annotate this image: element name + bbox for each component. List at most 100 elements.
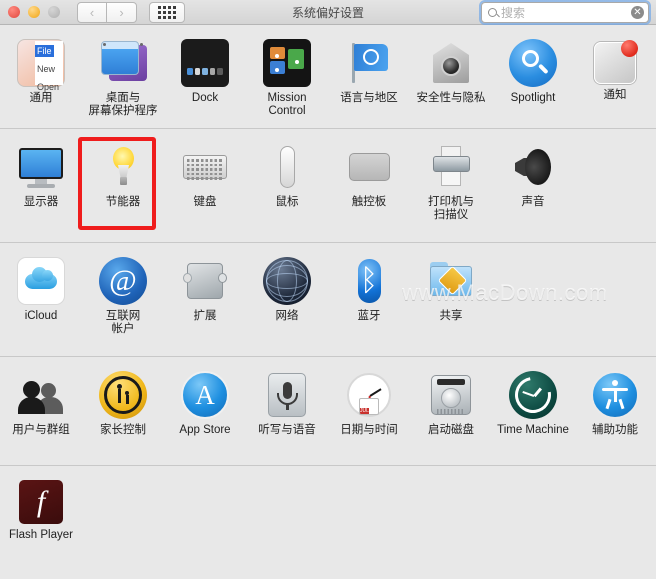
pane-energy-saver[interactable]: 节能器: [82, 139, 164, 234]
extensions-icon: [181, 257, 229, 305]
pane-keyboard[interactable]: 键盘: [164, 139, 246, 234]
pane-label: 通知: [603, 89, 627, 101]
pane-label: 日期与时间: [340, 424, 398, 436]
pane-label: 共享: [439, 310, 463, 322]
search-placeholder: 搜索: [501, 6, 526, 20]
search-field-container[interactable]: 搜索 ✕: [479, 0, 651, 25]
pane-row-1: File New Open 通用 桌面与 屏幕保护程序 Dock Mission…: [0, 25, 656, 129]
pane-network[interactable]: 网络: [246, 253, 328, 348]
pane-label: 用户与群组: [12, 424, 70, 436]
printers-scanners-icon: [427, 143, 475, 191]
dictation-speech-icon: [263, 371, 311, 419]
show-all-button[interactable]: [149, 1, 185, 23]
pane-bluetooth[interactable]: ᛒ 蓝牙: [328, 253, 410, 348]
traffic-light-buttons: [0, 6, 60, 18]
search-icon: [488, 8, 497, 17]
pane-row-3: iCloud @ 互联网 帐户 扩展 网络 ᛒ 蓝牙 共享: [0, 243, 656, 357]
pane-desktop-screensaver[interactable]: 桌面与 屏幕保护程序: [82, 35, 164, 120]
pane-label: 键盘: [193, 196, 217, 208]
time-machine-icon: [507, 369, 559, 421]
keyboard-icon: [181, 143, 229, 191]
pane-label: 家长控制: [100, 424, 146, 436]
pane-startup-disk[interactable]: 启动磁盘: [410, 367, 492, 457]
pane-label: 节能器: [105, 196, 141, 208]
pane-label: Flash Player: [9, 529, 73, 541]
displays-icon: [17, 143, 65, 191]
pane-row-2: 显示器 节能器 键盘 鼠标 触控板 打印机与 扫描仪 声音: [0, 129, 656, 243]
calendar-month-label: JUL: [360, 408, 369, 414]
energy-saver-icon: [99, 143, 147, 191]
pane-label: 启动磁盘: [428, 424, 474, 436]
pane-label: 鼠标: [275, 196, 299, 208]
mission-control-icon: [263, 39, 311, 87]
pane-dictation-speech[interactable]: 听写与语音: [246, 367, 328, 457]
back-button[interactable]: ‹: [77, 1, 107, 23]
chevron-right-icon: ›: [119, 4, 124, 20]
pane-printers-scanners[interactable]: 打印机与 扫描仪: [410, 139, 492, 234]
pane-app-store[interactable]: A App Store: [164, 367, 246, 457]
pane-label: App Store: [179, 424, 231, 436]
pane-label: 打印机与 扫描仪: [428, 196, 474, 221]
general-icon-new-label: New: [37, 64, 56, 74]
mouse-icon: [263, 143, 311, 191]
bluetooth-icon: ᛒ: [345, 257, 393, 305]
pane-label: 蓝牙: [357, 310, 381, 322]
pane-label: 语言与地区: [340, 92, 398, 104]
pane-parental-controls[interactable]: 家长控制: [82, 367, 164, 457]
pane-label: 网络: [275, 310, 299, 322]
pane-users-groups[interactable]: 用户与群组: [0, 367, 82, 457]
pane-accessibility[interactable]: 辅助功能: [574, 367, 656, 457]
pane-label: Time Machine: [497, 424, 569, 436]
security-privacy-icon: [427, 39, 475, 87]
pane-row-5: f Flash Player: [0, 466, 656, 566]
language-region-icon: [345, 39, 393, 87]
pane-time-machine[interactable]: Time Machine: [492, 367, 574, 457]
flash-player-icon: f: [19, 480, 63, 524]
pane-label: 互联网 帐户: [105, 310, 141, 335]
pane-mission-control[interactable]: Mission Control: [246, 35, 328, 120]
search-field[interactable]: 搜索 ✕: [481, 2, 649, 23]
pane-row-4: 用户与群组 家长控制 A App Store 听写与语音 JUL 日期与时间 启…: [0, 357, 656, 466]
pane-label: 扩展: [193, 310, 217, 322]
pane-sound[interactable]: 声音: [492, 139, 574, 234]
pane-label: 显示器: [23, 196, 59, 208]
sound-icon: [509, 143, 557, 191]
pane-language-region[interactable]: 语言与地区: [328, 35, 410, 120]
internet-accounts-icon: @: [99, 257, 147, 305]
pane-sharing[interactable]: 共享: [410, 253, 492, 348]
pane-security-privacy[interactable]: 安全性与隐私: [410, 35, 492, 120]
pane-notifications[interactable]: 通知: [574, 35, 656, 120]
general-icon-open-label: Open: [37, 82, 60, 92]
pane-extensions[interactable]: 扩展: [164, 253, 246, 348]
pane-spotlight[interactable]: Spotlight: [492, 35, 574, 120]
pane-internet-accounts[interactable]: @ 互联网 帐户: [82, 253, 164, 348]
users-groups-icon: [17, 371, 65, 419]
close-button[interactable]: [8, 6, 20, 18]
pane-label: 声音: [521, 196, 545, 208]
general-icon-file-label: File: [35, 45, 54, 57]
forward-button[interactable]: ›: [107, 1, 137, 23]
pane-icloud[interactable]: iCloud: [0, 253, 82, 348]
pane-flash-player[interactable]: f Flash Player: [0, 476, 82, 558]
desktop-screensaver-icon: [99, 39, 147, 87]
dock-icon: [181, 39, 229, 87]
notifications-icon: [594, 40, 638, 84]
pane-label: 触控板: [351, 196, 387, 208]
pane-mouse[interactable]: 鼠标: [246, 139, 328, 234]
pane-label: 桌面与 屏幕保护程序: [88, 92, 158, 117]
icloud-icon: [17, 257, 65, 305]
accessibility-icon: [591, 371, 639, 419]
nav-buttons: ‹ ›: [77, 1, 137, 23]
minimize-button[interactable]: [28, 6, 40, 18]
pane-label: Mission Control: [267, 92, 307, 117]
pane-date-time[interactable]: JUL 18 日期与时间: [328, 367, 410, 457]
pane-displays[interactable]: 显示器: [0, 139, 82, 234]
pane-dock[interactable]: Dock: [164, 35, 246, 120]
spotlight-icon: [509, 39, 557, 87]
pane-label: 辅助功能: [592, 424, 638, 436]
pane-trackpad[interactable]: 触控板: [328, 139, 410, 234]
search-clear-button[interactable]: ✕: [631, 6, 644, 19]
preference-panes-grid: File New Open 通用 桌面与 屏幕保护程序 Dock Mission…: [0, 25, 656, 566]
zoom-button-disabled: [48, 6, 60, 18]
pane-general[interactable]: File New Open 通用: [0, 35, 82, 120]
